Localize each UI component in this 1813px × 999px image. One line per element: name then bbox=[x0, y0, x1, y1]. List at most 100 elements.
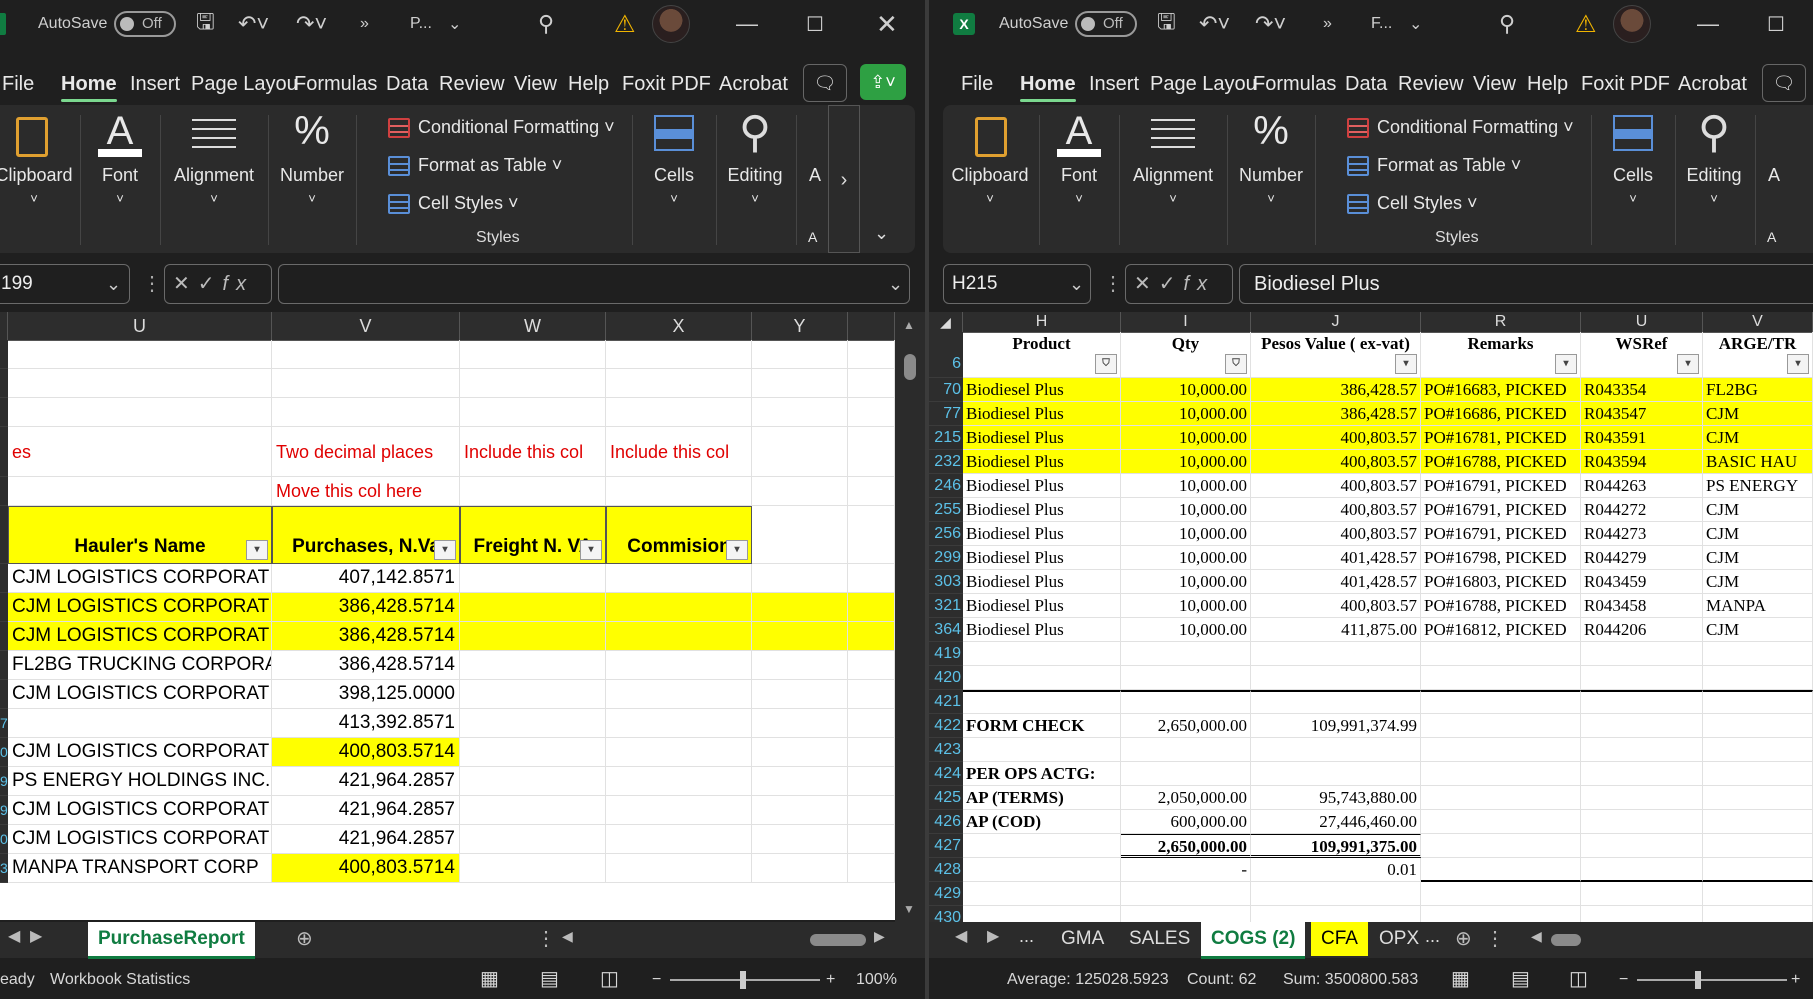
hauler-name-cell[interactable]: CJM LOGISTICS CORPORATIO bbox=[8, 825, 272, 854]
hauler-cell[interactable]: CJM bbox=[1703, 522, 1813, 546]
summary-pesos-cell[interactable] bbox=[1251, 882, 1421, 906]
filter-dropdown-icon[interactable]: ⛉ bbox=[1095, 354, 1117, 374]
zoom-out-icon[interactable]: − bbox=[1619, 960, 1628, 999]
row-header[interactable] bbox=[0, 506, 8, 564]
grid-cell[interactable] bbox=[752, 680, 848, 709]
hauler-cell[interactable]: BASIC HAU bbox=[1703, 450, 1813, 474]
prev-sheet-icon[interactable]: ◀ bbox=[8, 926, 20, 946]
remarks-cell[interactable]: PO#16791, PICKED bbox=[1421, 474, 1581, 498]
row-header[interactable]: 299 bbox=[929, 546, 963, 570]
qty-cell[interactable]: 10,000.00 bbox=[1121, 522, 1251, 546]
remarks-cell[interactable]: PO#16812, PICKED bbox=[1421, 618, 1581, 642]
purchase-value-cell[interactable]: 386,428.5714 bbox=[272, 651, 460, 680]
ribbon-scroll-right[interactable]: › bbox=[828, 105, 860, 253]
row-header[interactable]: 0 bbox=[0, 825, 8, 854]
hauler-name-cell[interactable]: CJM LOGISTICS CORPORATIO bbox=[8, 593, 272, 622]
pesos-value-cell[interactable]: 401,428.57 bbox=[1251, 570, 1421, 594]
grid-cell[interactable] bbox=[606, 825, 752, 854]
file-name[interactable]: F... bbox=[1371, 0, 1392, 48]
column-header-y[interactable]: Y bbox=[752, 312, 848, 340]
row-header[interactable]: 232 bbox=[929, 450, 963, 474]
grid-cell[interactable] bbox=[848, 506, 895, 564]
vertical-scrollbar[interactable]: ▲ ▼ bbox=[895, 312, 925, 922]
qty-cell[interactable]: 10,000.00 bbox=[1121, 474, 1251, 498]
purchase-value-cell[interactable]: 421,964.2857 bbox=[272, 825, 460, 854]
page-layout-view-icon[interactable]: ▤ bbox=[540, 960, 559, 999]
workbook-statistics[interactable]: Workbook Statistics bbox=[50, 960, 190, 999]
filter-dropdown-icon[interactable]: ▾ bbox=[1787, 354, 1809, 374]
grid-cell[interactable] bbox=[1421, 882, 1581, 906]
tab-foxit-pdf[interactable]: Foxit PDF bbox=[1581, 64, 1670, 104]
grid-cell[interactable] bbox=[752, 709, 848, 738]
grid-cell[interactable] bbox=[848, 564, 895, 593]
grid-cell[interactable] bbox=[1421, 858, 1581, 882]
page-layout-view-icon[interactable]: ▤ bbox=[1511, 960, 1530, 999]
row-header[interactable] bbox=[0, 564, 8, 593]
conditional-formatting-button[interactable]: Conditional Formatting ˅ bbox=[388, 117, 615, 138]
page-break-view-icon[interactable]: ◫ bbox=[600, 960, 619, 999]
qty-cell[interactable]: 10,000.00 bbox=[1121, 450, 1251, 474]
sheet-tab-sales[interactable]: SALES bbox=[1119, 922, 1200, 956]
wsref-cell[interactable]: R043591 bbox=[1581, 426, 1703, 450]
summary-pesos-cell[interactable] bbox=[1251, 642, 1421, 666]
hauler-name-cell[interactable]: MANPA TRANSPORT CORP bbox=[8, 854, 272, 883]
row-header[interactable]: 70 bbox=[929, 378, 963, 402]
chevron-down-icon[interactable]: ⌄ bbox=[1069, 264, 1084, 304]
conditional-formatting-button[interactable]: Conditional Formatting ˅ bbox=[1347, 117, 1574, 138]
row-header[interactable]: 3 bbox=[0, 854, 8, 883]
tab-foxit-pdf[interactable]: Foxit PDF bbox=[622, 64, 711, 104]
hauler-cell[interactable]: CJM bbox=[1703, 426, 1813, 450]
warning-icon[interactable]: ⚠ bbox=[614, 0, 636, 48]
hauler-name-cell[interactable]: CJM LOGISTICS CORPORATIO bbox=[8, 796, 272, 825]
more-commands[interactable]: » bbox=[1323, 0, 1332, 48]
grid-cell[interactable] bbox=[460, 738, 606, 767]
wsref-cell[interactable]: R043547 bbox=[1581, 402, 1703, 426]
row-header[interactable]: 420 bbox=[929, 666, 963, 690]
summary-label-cell[interactable]: PER OPS ACTG: bbox=[963, 762, 1121, 786]
qty-cell[interactable]: 10,000.00 bbox=[1121, 402, 1251, 426]
summary-label-cell[interactable] bbox=[963, 858, 1121, 882]
filter-dropdown-icon[interactable]: ⛉ bbox=[1225, 354, 1247, 374]
summary-label-cell[interactable]: AP (TERMS) bbox=[963, 786, 1121, 810]
grid-cell[interactable] bbox=[460, 680, 606, 709]
alignment-group[interactable]: Alignment ˅ bbox=[162, 105, 266, 253]
row-header[interactable]: 428 bbox=[929, 858, 963, 882]
grid-cell[interactable] bbox=[752, 767, 848, 796]
summary-pesos-cell[interactable]: 27,446,460.00 bbox=[1251, 810, 1421, 834]
scroll-left-icon[interactable]: ◀ bbox=[562, 928, 573, 945]
number-group[interactable]: % Number ˅ bbox=[270, 105, 354, 253]
qty-cell[interactable]: 10,000.00 bbox=[1121, 378, 1251, 402]
format-as-table-button[interactable]: Format as Table ˅ bbox=[388, 155, 562, 176]
prev-sheet-icon[interactable]: ◀ bbox=[955, 926, 967, 946]
purchase-value-cell[interactable]: 386,428.5714 bbox=[272, 593, 460, 622]
grid-cell[interactable] bbox=[1703, 906, 1813, 922]
note-cell[interactable]: Move this col here bbox=[272, 477, 460, 506]
purchase-value-cell[interactable]: 421,964.2857 bbox=[272, 767, 460, 796]
collapse-ribbon-icon[interactable]: ⌄ bbox=[874, 223, 889, 244]
more-sheets-right[interactable]: ... bbox=[1425, 926, 1440, 947]
purchase-value-cell[interactable]: 400,803.5714 bbox=[272, 738, 460, 767]
hauler-name-cell[interactable]: CJM LOGISTICS CORPORATIO bbox=[8, 564, 272, 593]
scroll-left-icon[interactable]: ◀ bbox=[1531, 928, 1542, 945]
table-header-u[interactable]: Hauler's Name ▾ bbox=[8, 506, 272, 564]
font-group[interactable]: A Font ˅ bbox=[82, 105, 158, 253]
hauler-name-cell[interactable]: CJM LOGISTICS CORPORATIO bbox=[8, 622, 272, 651]
tab-help[interactable]: Help bbox=[1527, 64, 1568, 104]
grid-cell[interactable] bbox=[1703, 882, 1813, 906]
hauler-cell[interactable]: FL2BG bbox=[1703, 378, 1813, 402]
row-header[interactable]: 246 bbox=[929, 474, 963, 498]
product-cell[interactable]: Biodiesel Plus bbox=[963, 522, 1121, 546]
qty-cell[interactable]: 10,000.00 bbox=[1121, 594, 1251, 618]
more-commands[interactable]: » bbox=[360, 0, 369, 48]
qty-cell[interactable]: 10,000.00 bbox=[1121, 618, 1251, 642]
table-header-v[interactable]: Purchases, N.Va ▾ bbox=[272, 506, 460, 564]
normal-view-icon[interactable]: ▦ bbox=[480, 960, 499, 999]
filter-dropdown-icon[interactable]: ▾ bbox=[434, 540, 456, 560]
grid-cell[interactable] bbox=[848, 709, 895, 738]
clipboard-group[interactable]: Clipboard ˅ bbox=[0, 105, 78, 253]
hauler-cell[interactable]: PS ENERGY bbox=[1703, 474, 1813, 498]
tab-formulas[interactable]: Formulas bbox=[294, 64, 377, 104]
table-header-remarks[interactable]: Remarks ▾ bbox=[1421, 332, 1581, 378]
column-header-u[interactable]: U bbox=[1581, 312, 1703, 332]
wsref-cell[interactable]: R044279 bbox=[1581, 546, 1703, 570]
